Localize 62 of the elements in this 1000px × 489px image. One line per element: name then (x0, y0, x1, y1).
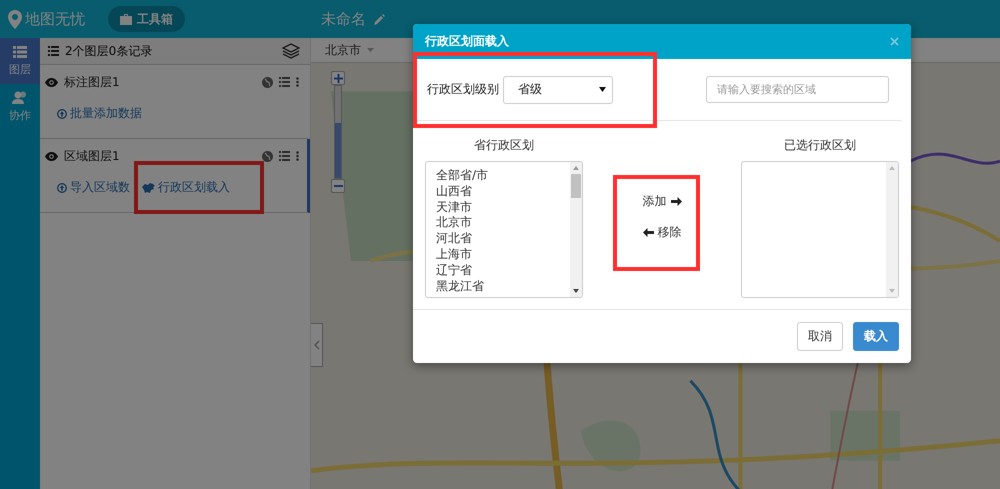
region-listbox[interactable]: 全部省/市 山西省 天津市 北京市 河北省 上海市 辽宁省 黑龙江省 (425, 161, 583, 298)
dialog-title: 行政区划面载入 (425, 33, 509, 50)
map-shape-icon (142, 182, 155, 192)
upload-icon (57, 108, 67, 118)
layer-name: 标注图层1 (64, 74, 120, 90)
city-dropdown[interactable]: 北京市 (325, 42, 374, 58)
collapse-button[interactable] (311, 323, 323, 367)
search-field[interactable]: 请输入要搜索的区域 (706, 76, 889, 103)
zoom-in-button[interactable] (331, 71, 345, 85)
arrow-right-icon (670, 197, 682, 206)
list-item[interactable]: 黑龙江省 (436, 278, 570, 294)
caret-icon (367, 48, 374, 52)
map-pin-icon (8, 10, 22, 28)
layer-group[interactable]: 区域图层1 导入区域数 行政区划载入 (40, 139, 310, 213)
add-button[interactable]: 添加 (638, 191, 686, 212)
cancel-button[interactable]: 取消 (797, 322, 843, 351)
list-item[interactable]: 上海市 (436, 246, 570, 263)
level-select[interactable]: 省级 (503, 76, 613, 104)
list-icon[interactable] (279, 77, 290, 87)
list-item[interactable]: 全部省/市 (436, 168, 570, 184)
scrollbar[interactable] (570, 162, 582, 297)
list-icon (13, 46, 27, 58)
list-item[interactable]: 北京市 (436, 215, 570, 232)
list-item[interactable]: 山西省 (436, 184, 570, 200)
layer-summary: 2个图层0条记录 (65, 42, 152, 60)
scrollbar-thumb[interactable] (571, 174, 581, 198)
caret-icon (599, 87, 606, 92)
more-icon[interactable] (296, 151, 299, 161)
list-title: 省行政区划 (474, 137, 534, 154)
arrow-left-icon (642, 228, 654, 237)
pencil-icon[interactable] (374, 14, 385, 24)
scroll-up-icon[interactable] (889, 166, 895, 170)
load-button[interactable]: 载入 (853, 322, 899, 351)
globe-icon[interactable] (262, 76, 273, 88)
eye-icon[interactable] (45, 152, 58, 160)
remove-button[interactable]: 移除 (638, 222, 686, 243)
people-icon (12, 91, 28, 104)
plus-icon (334, 74, 342, 82)
scrollbar[interactable] (886, 162, 898, 297)
list-icon (48, 46, 59, 56)
scroll-down-icon[interactable] (573, 289, 579, 293)
layer-name: 区域图层1 (64, 148, 120, 164)
eye-icon[interactable] (45, 78, 58, 86)
level-label: 行政区划级别 (427, 81, 499, 98)
minus-icon (334, 185, 342, 187)
list-item[interactable]: 天津市 (436, 200, 570, 216)
zoom-slider[interactable] (334, 85, 342, 179)
app-logo: 地图无忧 (25, 10, 85, 28)
more-icon[interactable] (296, 77, 299, 87)
close-icon (890, 37, 899, 46)
list-title: 已选行政区划 (784, 137, 856, 154)
layer-group[interactable]: 标注图层1 批量添加数据 (40, 65, 310, 139)
layers-icon[interactable] (282, 43, 300, 59)
globe-icon[interactable] (262, 150, 273, 162)
scroll-up-icon[interactable] (573, 166, 579, 170)
zoom-out-button[interactable] (331, 179, 345, 193)
chevron-left-icon (314, 340, 320, 350)
briefcase-icon (120, 14, 132, 24)
list-item[interactable]: 河北省 (436, 231, 570, 247)
list-icon[interactable] (279, 151, 290, 161)
upload-icon (57, 182, 67, 192)
list-item[interactable]: 辽宁省 (436, 262, 570, 279)
